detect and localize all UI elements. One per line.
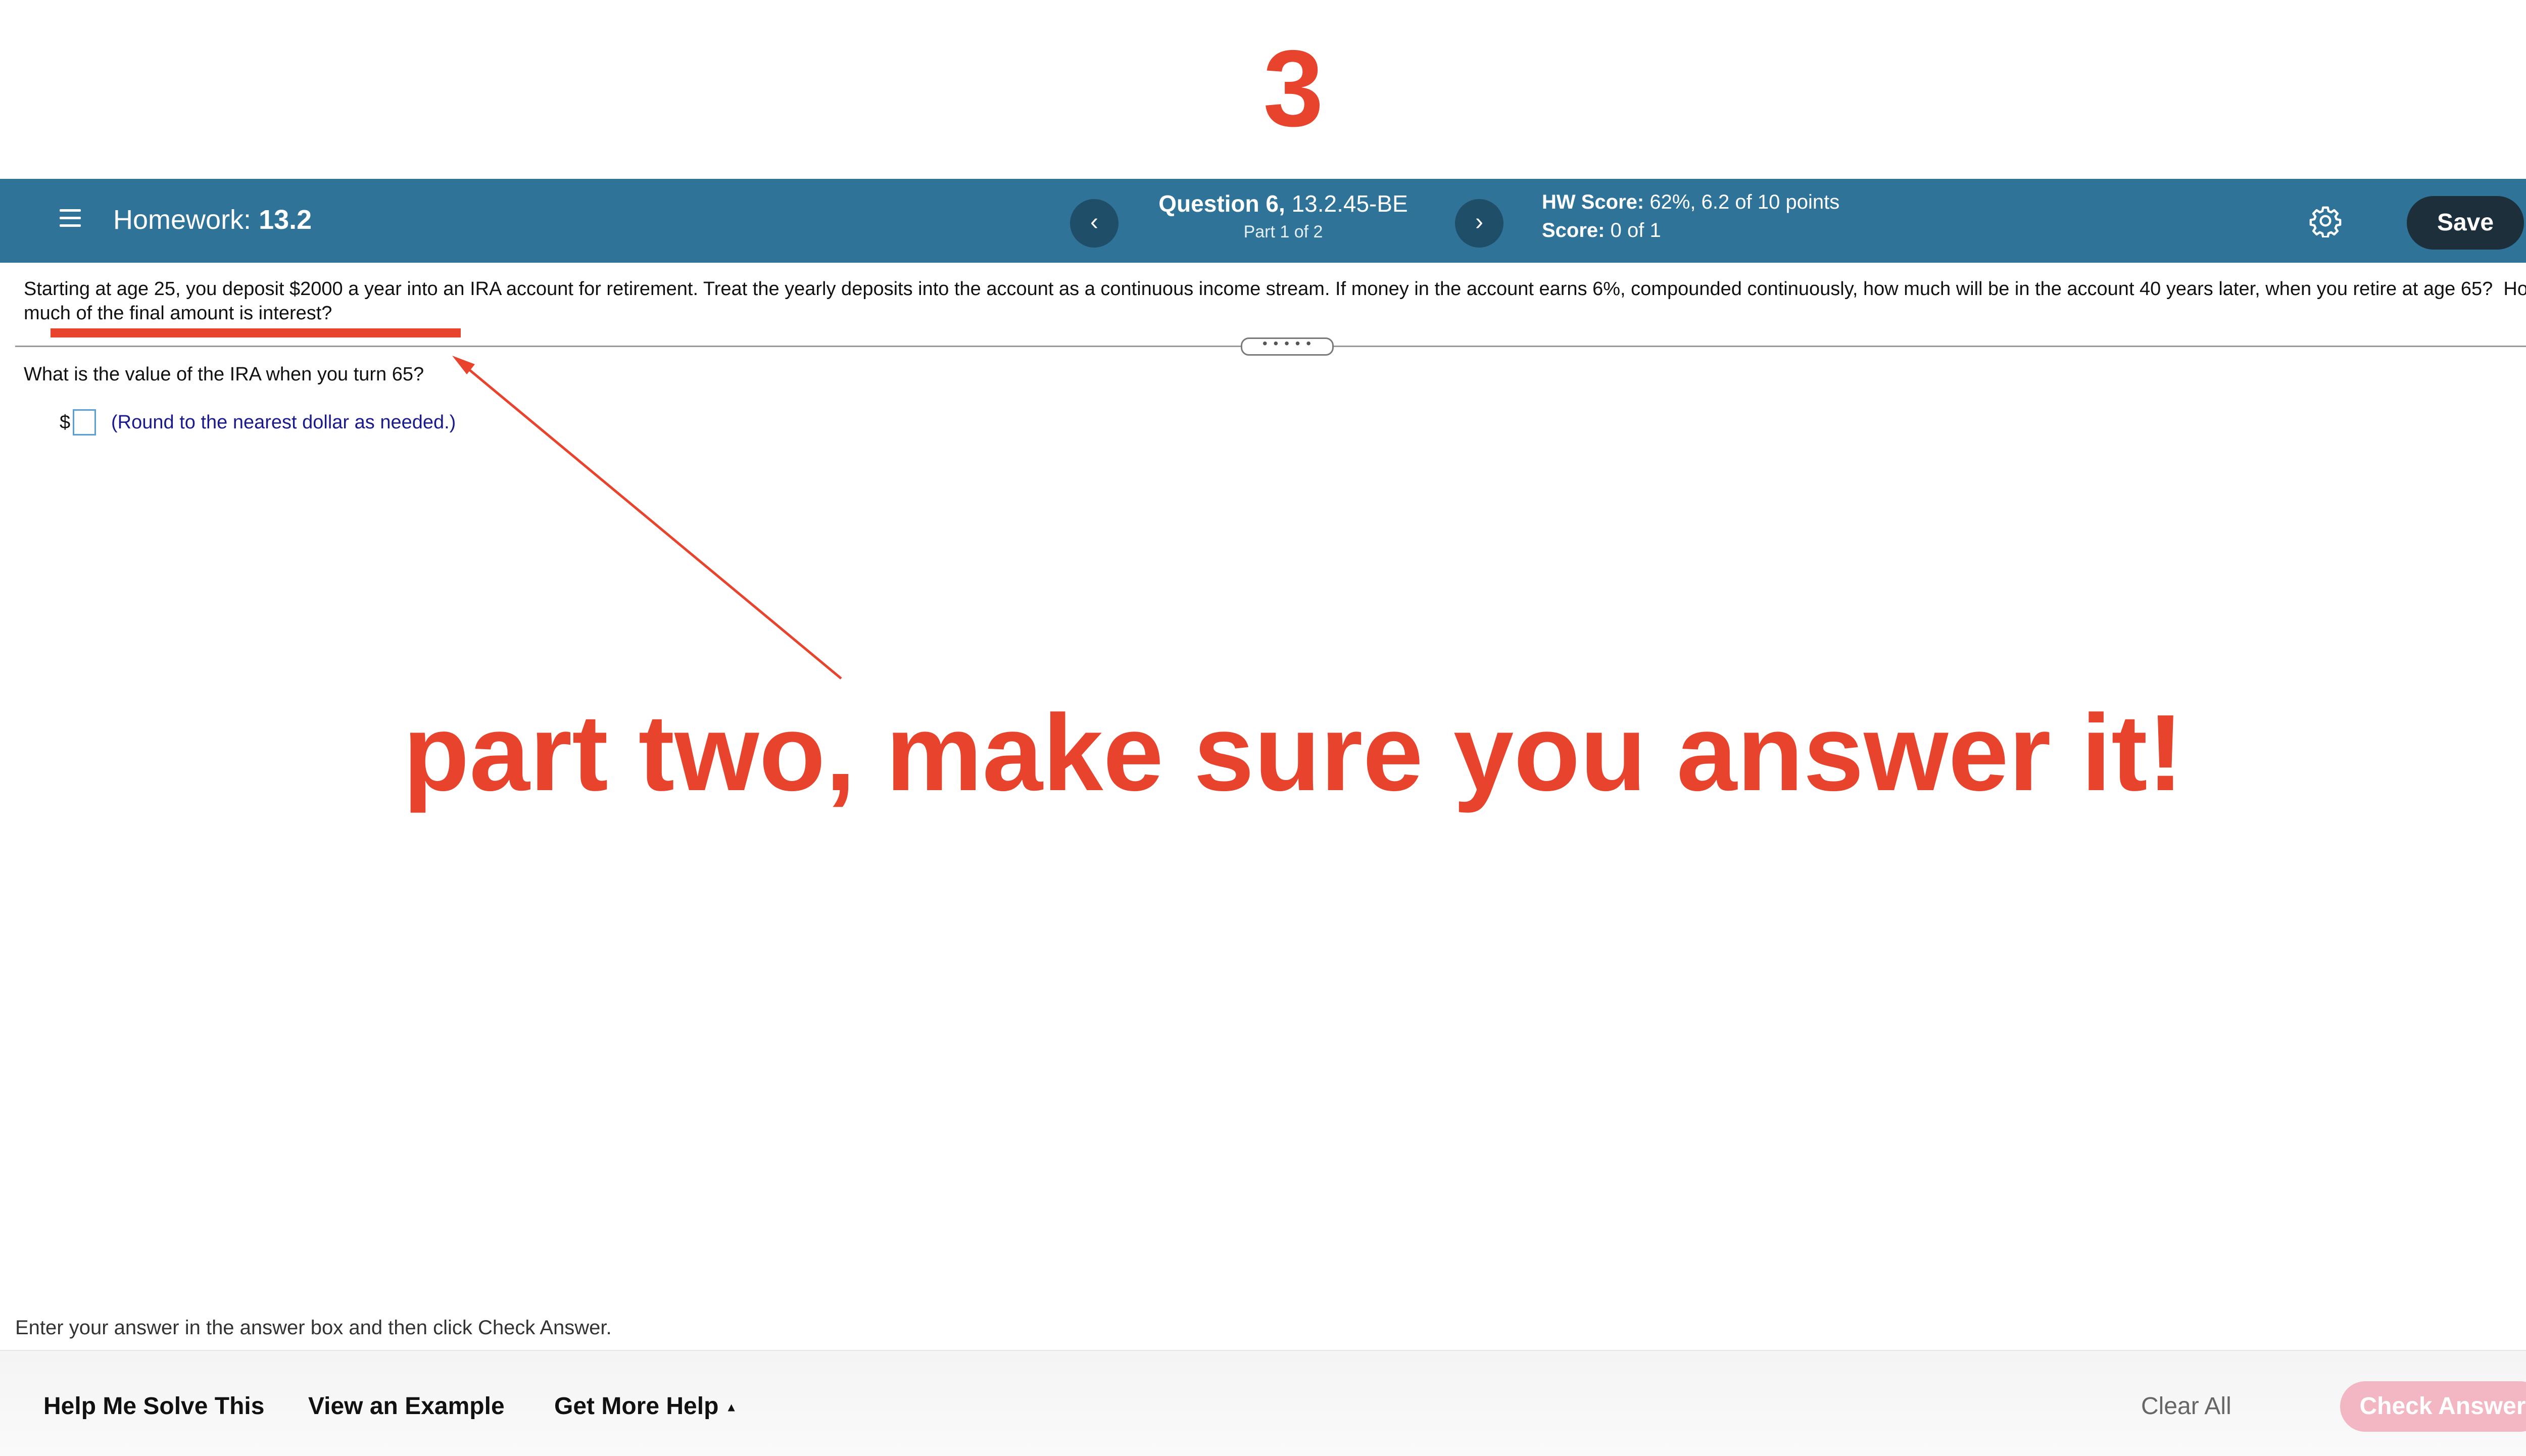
question-title: Question 6, 13.2.45-BE [1101,188,1465,219]
clear-all-button[interactable]: Clear All [2141,1391,2231,1422]
score-label: Score: [1542,219,1605,241]
question-text: Starting at age 25, you deposit $2000 a … [24,277,2526,325]
homework-title: Homework: 13.2 [113,197,312,242]
answer-input[interactable] [73,409,96,435]
bottom-toolbar: Help Me Solve This View an Example Get M… [0,1350,2526,1456]
hw-score-label: HW Score: [1542,191,1644,213]
caret-up-icon: ▲ [725,1400,738,1415]
get-more-help-button[interactable]: Get More Help ▲ [554,1391,738,1423]
gear-icon[interactable] [2309,204,2342,237]
pane-resize-handle[interactable]: • • • • • [1241,336,1334,356]
check-answer-button[interactable]: Check Answer [2340,1381,2526,1432]
hamburger-menu-icon[interactable] [60,204,81,237]
score-value: 0 of 1 [1610,219,1661,241]
answer-instruction: Enter your answer in the answer box and … [15,1317,612,1339]
homework-name: 13.2 [259,205,312,235]
save-button[interactable]: Save [2407,196,2524,250]
currency-symbol: $ [60,412,71,433]
hw-score-value: 62%, 6.2 of 10 points [1649,191,1840,213]
question-code: 13.2.45-BE [1291,190,1408,217]
question-label: Question 6, [1158,190,1285,217]
question-part: Part 1 of 2 [1243,222,1323,241]
annotation-underline [51,328,461,337]
view-an-example-button[interactable]: View an Example [308,1391,505,1422]
top-navigation-bar: Homework: 13.2 ‹ Question 6, 13.2.45-BE … [0,179,2526,263]
score-summary: HW Score: 62%, 6.2 of 10 points Score: 0… [1542,188,1839,245]
question-text-part1: Starting at age 25, you deposit $2000 a … [24,278,2493,300]
next-question-button[interactable]: › [1455,199,1503,248]
homework-prefix: Homework: [113,205,252,235]
annotation-note: part two, make sure you answer it! [403,692,2184,813]
round-hint: (Round to the nearest dollar as needed.) [111,412,456,433]
annotation-step-number: 3 [1263,27,1324,149]
help-me-solve-this-button[interactable]: Help Me Solve This [43,1391,264,1422]
sub-question: What is the value of the IRA when you tu… [24,364,424,385]
get-more-help-label: Get More Help [554,1393,719,1420]
